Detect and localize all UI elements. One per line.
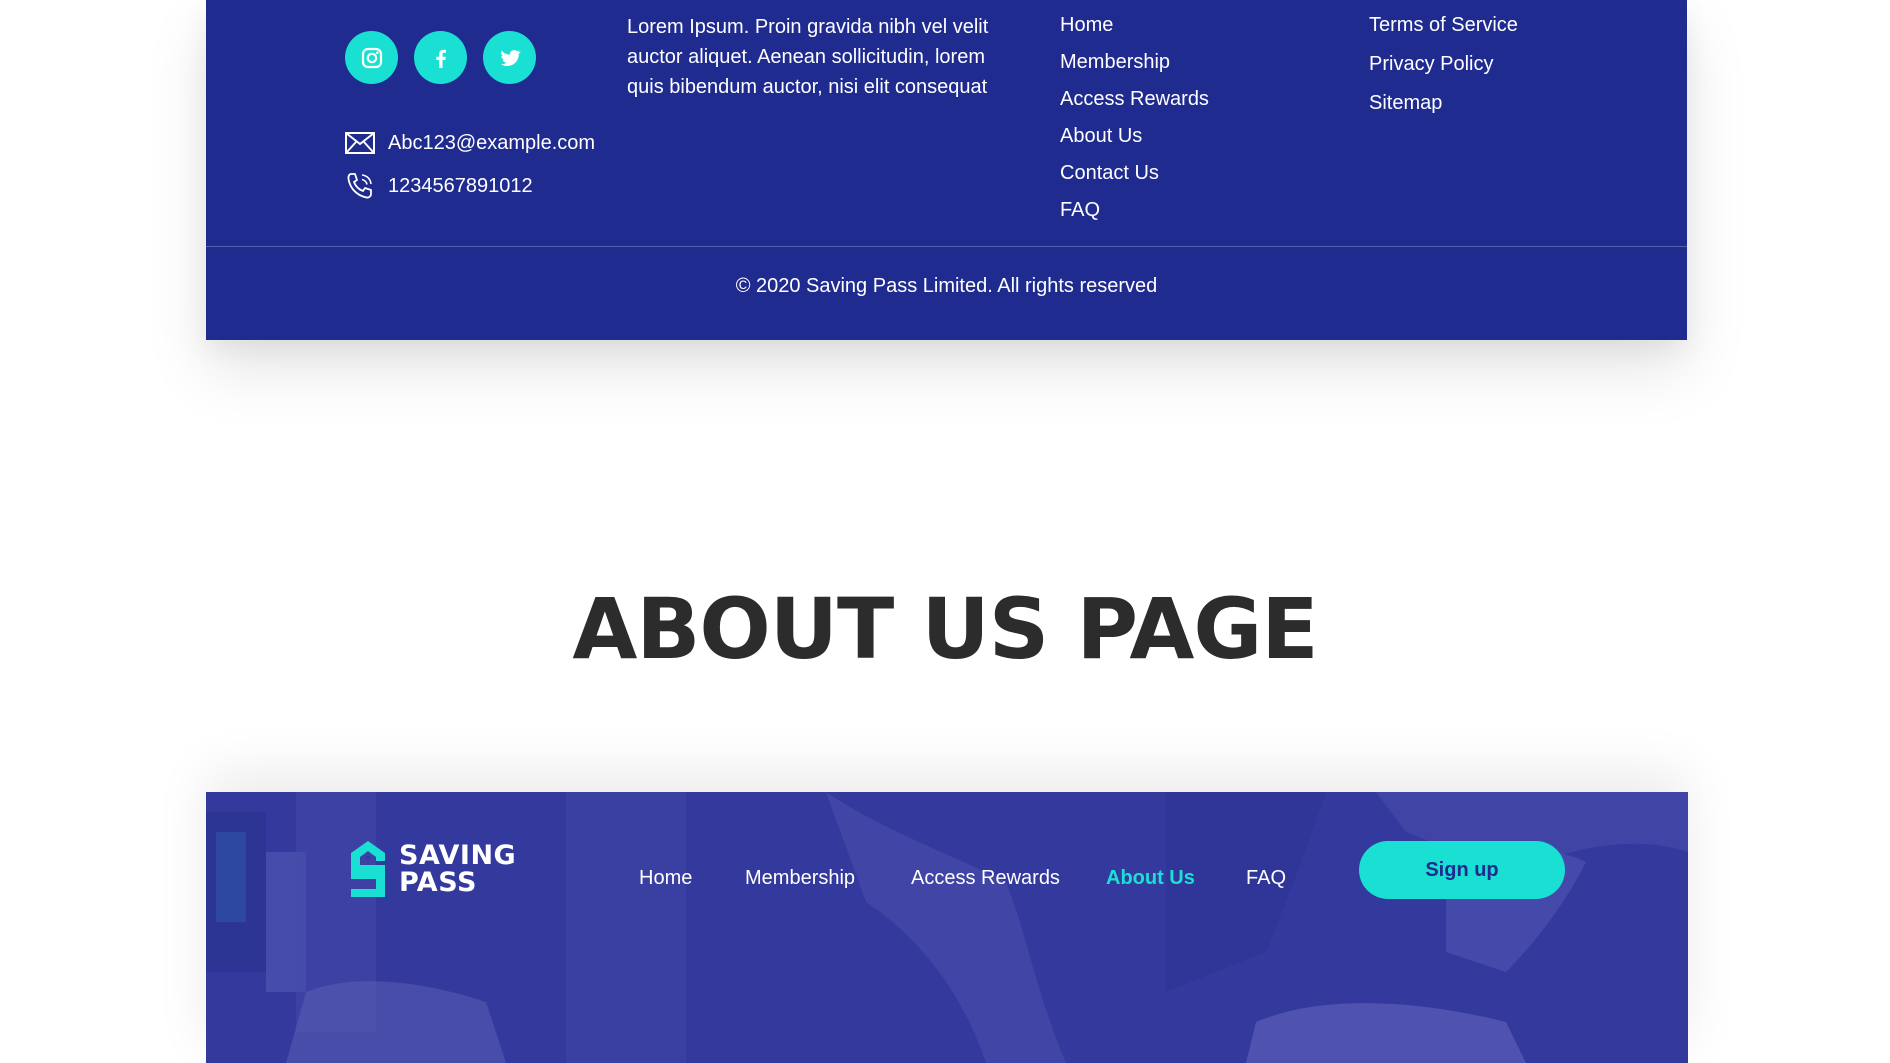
logo[interactable]: SAVING PASS (347, 839, 516, 899)
nav-home[interactable]: Home (639, 867, 692, 890)
logo-line-2: PASS (399, 867, 477, 898)
hero-background-image (206, 792, 1688, 1063)
nav-faq[interactable]: FAQ (1246, 867, 1286, 890)
nav-membership[interactable]: Membership (745, 867, 855, 890)
footer-link-faq[interactable]: FAQ (1060, 197, 1209, 234)
logo-wordmark: SAVING PASS (399, 842, 516, 896)
copyright-text: © 2020 Saving Pass Limited. All rights r… (735, 275, 1158, 297)
instagram-button[interactable] (345, 31, 398, 84)
footer-divider (206, 246, 1687, 247)
footer-link-access-rewards[interactable]: Access Rewards (1060, 86, 1209, 123)
facebook-button[interactable] (414, 31, 467, 84)
logo-line-1: SAVING (399, 840, 517, 871)
footer-link-privacy[interactable]: Privacy Policy (1369, 51, 1518, 90)
padlock-logo-icon (351, 841, 385, 897)
instagram-icon (361, 47, 382, 68)
footer-blurb: Lorem Ipsum. Proin gravida nibh vel veli… (627, 16, 989, 98)
twitter-button[interactable] (483, 31, 536, 84)
section-heading: ABOUT US PAGE (572, 580, 1318, 678)
footer-link-about-us[interactable]: About Us (1060, 123, 1209, 160)
nav-about-us[interactable]: About Us (1106, 867, 1195, 890)
footer-links-primary: Home Membership Access Rewards About Us … (1060, 12, 1209, 234)
footer-link-contact-us[interactable]: Contact Us (1060, 160, 1209, 197)
mail-icon (345, 128, 375, 158)
social-links (345, 31, 536, 84)
email-text: Abc123@example.com (388, 131, 596, 154)
site-footer: Abc123@example.com 1234567891012 Lorem I… (206, 0, 1687, 340)
phone-text: 1234567891012 (388, 174, 533, 197)
contact-phone[interactable]: 1234567891012 (345, 171, 533, 201)
hero-header: SAVING PASS Home Membership Access Rewar… (206, 792, 1688, 1063)
footer-link-terms[interactable]: Terms of Service (1369, 12, 1518, 51)
phone-icon (345, 171, 375, 201)
footer-link-sitemap[interactable]: Sitemap (1369, 90, 1518, 129)
footer-link-home[interactable]: Home (1060, 12, 1209, 49)
contact-email[interactable]: Abc123@example.com (345, 128, 595, 158)
footer-links-legal: Terms of Service Privacy Policy Sitemap (1369, 12, 1518, 129)
footer-link-membership[interactable]: Membership (1060, 49, 1209, 86)
signup-button[interactable]: Sign up (1359, 841, 1565, 899)
facebook-icon (435, 49, 446, 68)
nav-access-rewards[interactable]: Access Rewards (911, 867, 1060, 890)
twitter-icon (500, 49, 521, 66)
